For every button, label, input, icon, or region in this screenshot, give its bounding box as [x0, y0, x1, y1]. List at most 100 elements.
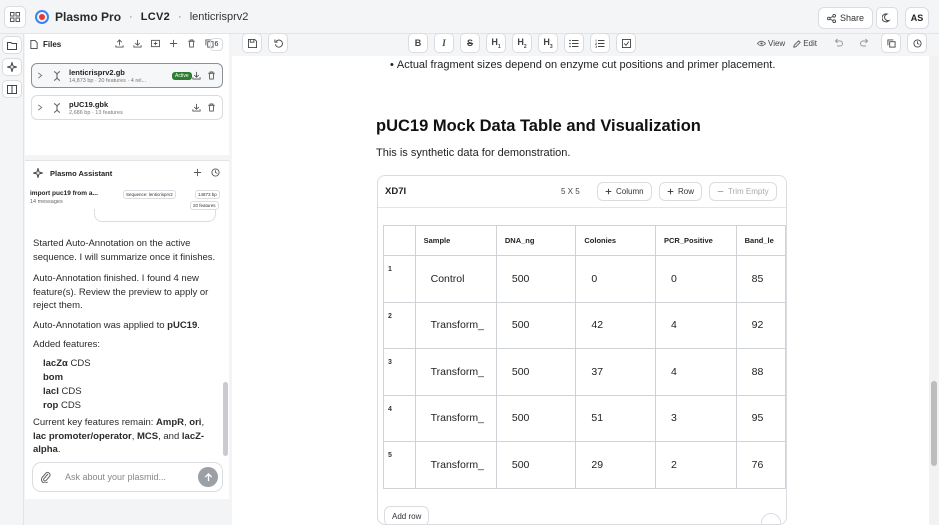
strikethrough-button[interactable]: S	[460, 33, 480, 53]
copy-document-button[interactable]	[881, 33, 901, 53]
history-icon[interactable]	[211, 168, 220, 177]
row-index[interactable]: 1	[383, 255, 416, 303]
upload-icon[interactable]	[115, 39, 124, 48]
file-card-active[interactable]: lenticrisprv2.gb 14,873 bp · 20 features…	[31, 63, 223, 88]
row-index[interactable]: 2	[383, 301, 416, 349]
heading2-button[interactable]: H2	[512, 33, 532, 53]
table-cell[interactable]: 42	[575, 301, 657, 349]
paperclip-icon[interactable]	[41, 471, 51, 483]
edit-toggle[interactable]: Edit	[793, 39, 817, 48]
trim-empty-button[interactable]: Trim Empty	[709, 182, 777, 201]
rotate-icon	[273, 38, 283, 48]
table-cell[interactable]: Transform_	[414, 301, 497, 349]
table-cell[interactable]: 76	[735, 441, 786, 489]
download-icon[interactable]	[133, 39, 142, 48]
table-row: 5 Transform_ 500 29 2 76	[383, 441, 786, 489]
table-cell[interactable]: 500	[495, 441, 577, 489]
table-cell[interactable]: 0	[575, 255, 657, 303]
table-cell[interactable]: 51	[575, 394, 657, 442]
row-index[interactable]: 4	[383, 394, 416, 442]
theme-toggle-button[interactable]	[876, 7, 898, 29]
table-cell[interactable]: 500	[495, 255, 577, 303]
table-cell[interactable]: 500	[495, 348, 577, 396]
send-arrow-icon	[204, 472, 212, 481]
send-button[interactable]	[198, 467, 218, 487]
share-button[interactable]: Share	[818, 7, 874, 29]
revert-button[interactable]	[268, 33, 288, 53]
column-header[interactable]: Sample	[414, 225, 497, 256]
chat-input[interactable]: Ask about your plasmid...	[65, 472, 166, 482]
table-cell[interactable]: 37	[575, 348, 657, 396]
project-name[interactable]: LCV2	[141, 11, 170, 23]
heading3-button[interactable]: H3	[538, 33, 558, 53]
trim-empty-label: Trim Empty	[728, 187, 769, 196]
row-index[interactable]: 3	[383, 348, 416, 396]
table-cell[interactable]: Transform_	[414, 441, 497, 489]
table-cell[interactable]: 29	[575, 441, 657, 489]
numbered-list-button[interactable]	[590, 33, 610, 53]
row-index[interactable]: 5	[383, 441, 416, 489]
column-header[interactable]: DNA_ng	[495, 225, 577, 256]
download-icon[interactable]	[192, 103, 201, 112]
app-grid-button[interactable]	[4, 5, 26, 28]
redo-button[interactable]	[860, 38, 870, 48]
table-cell[interactable]: 92	[735, 301, 786, 349]
table-cell[interactable]: 4	[655, 348, 737, 396]
editor-scrollbar-track[interactable]	[929, 56, 939, 525]
rail-assistant-button[interactable]	[2, 58, 22, 76]
table-cell[interactable]: Transform_	[414, 348, 497, 396]
new-chat-icon[interactable]	[193, 168, 202, 177]
trash-icon[interactable]	[207, 103, 216, 112]
chevron-right-icon[interactable]	[37, 72, 43, 79]
download-icon[interactable]	[192, 71, 201, 80]
table-cell[interactable]: 85	[735, 255, 786, 303]
add-row-button[interactable]: Row	[659, 182, 703, 201]
msg-text: , and	[158, 430, 182, 442]
table-cell[interactable]: 4	[655, 301, 737, 349]
trash-icon[interactable]	[207, 71, 216, 80]
table-cell[interactable]: Transform_	[414, 394, 497, 442]
table-corner-button[interactable]	[761, 513, 781, 524]
conversation-title[interactable]: import puc19 from a...	[30, 190, 120, 197]
checklist-button[interactable]	[616, 33, 636, 53]
table-cell[interactable]: 3	[655, 394, 737, 442]
table-name[interactable]: XD7I	[385, 186, 406, 197]
table-cell[interactable]: 88	[735, 348, 786, 396]
chevron-right-icon[interactable]	[37, 104, 43, 111]
bullet-list-button[interactable]	[564, 33, 584, 53]
table-cell[interactable]: 500	[495, 394, 577, 442]
share-icon	[827, 13, 836, 23]
file-name[interactable]: lenticrisprv2	[190, 11, 249, 23]
import-icon[interactable]	[151, 39, 160, 48]
moon-icon	[882, 13, 891, 23]
column-header[interactable]: Band_le	[735, 225, 786, 256]
column-header[interactable]: PCR_Positive	[655, 225, 737, 256]
table-cell[interactable]: Control	[414, 255, 497, 303]
table-cell[interactable]: 0	[655, 255, 737, 303]
add-row-footer-button[interactable]: Add row	[384, 506, 430, 524]
conversation-meta: 14 messages	[30, 199, 63, 205]
table-cell[interactable]: 2	[655, 441, 737, 489]
plus-icon[interactable]	[169, 39, 178, 48]
italic-button[interactable]: I	[434, 33, 454, 53]
avatar[interactable]: AS	[905, 7, 929, 29]
bold-button[interactable]: B	[408, 33, 428, 53]
table-cell[interactable]: 500	[495, 301, 577, 349]
undo-button[interactable]	[833, 38, 843, 48]
editor-scrollbar-thumb[interactable]	[931, 381, 937, 466]
file-meta: 14,873 bp · 20 features · 4 rel...	[69, 78, 147, 84]
view-toggle[interactable]: View	[757, 39, 785, 48]
column-header[interactable]: Colonies	[575, 225, 657, 256]
file-card[interactable]: pUC19.gbk 2,686 bp · 13 features	[31, 95, 223, 120]
history-button[interactable]	[907, 33, 927, 53]
rail-notes-button[interactable]	[2, 80, 22, 98]
add-column-button[interactable]: Column	[597, 182, 652, 201]
file-meta: 2,686 bp · 13 features	[69, 110, 123, 116]
heading1-button[interactable]: H1	[486, 33, 506, 53]
assistant-scrollbar[interactable]	[223, 382, 228, 456]
brand[interactable]: Plasmo Pro	[35, 9, 121, 24]
trash-icon[interactable]	[187, 39, 196, 48]
table-cell[interactable]: 95	[735, 394, 786, 442]
rail-files-button[interactable]	[2, 36, 22, 54]
save-button[interactable]	[242, 33, 262, 53]
